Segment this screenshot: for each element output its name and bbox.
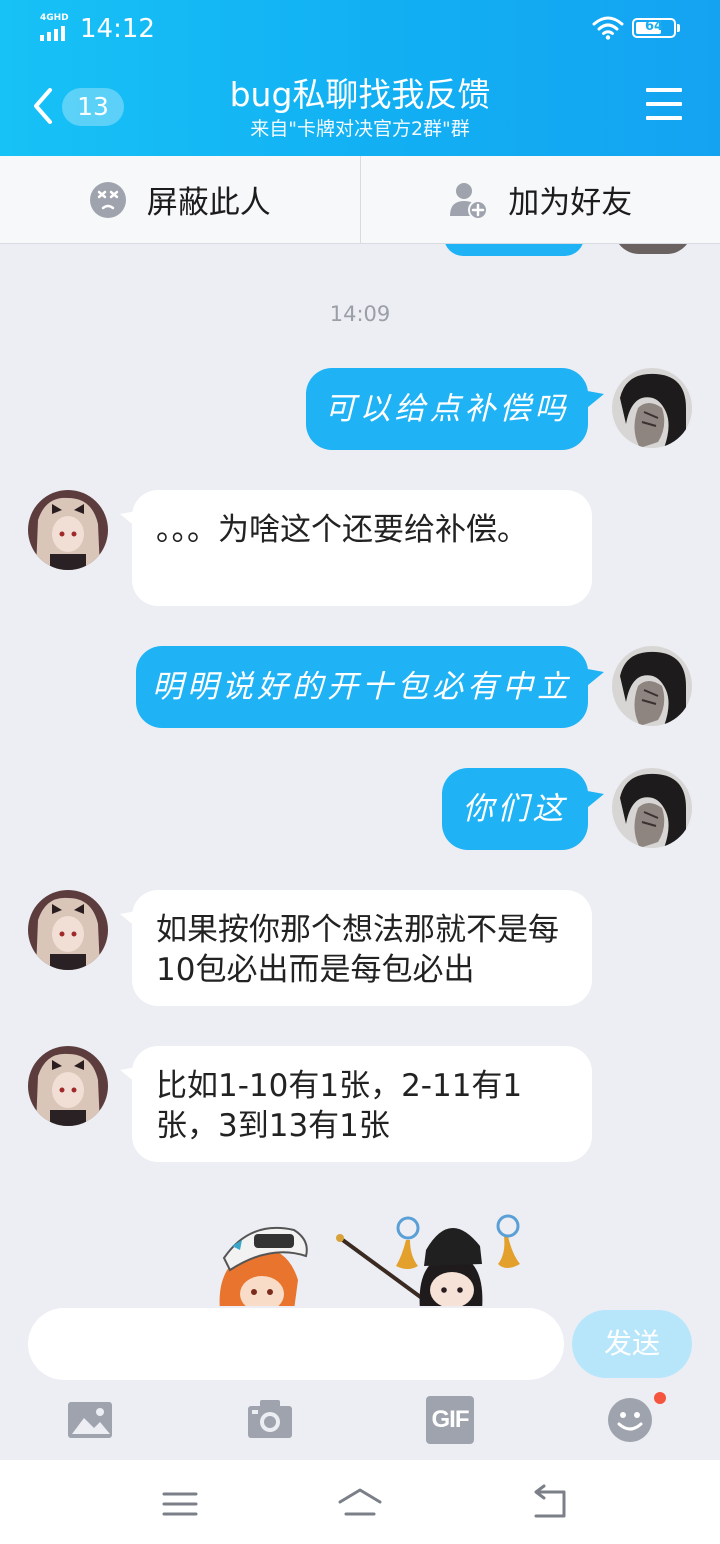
message-bubble-incoming[interactable]: 。。。为啥这个还要给补偿。 [132,490,592,606]
avatar-image [612,368,692,448]
bubble-tail [582,668,604,690]
add-friend-label: 加为好友 [508,185,633,221]
avatar-image [612,646,692,726]
chevron-left-icon [34,88,52,124]
avatar-image [612,768,692,848]
message-text: 。。。为啥这个还要给补偿。 [156,512,528,548]
block-user-button[interactable]: 屏蔽此人 [0,156,360,243]
back-icon[interactable] [526,1484,574,1524]
back-button[interactable]: 13 [28,84,128,130]
message-input[interactable] [28,1308,564,1380]
unread-count-badge: 13 [62,88,124,126]
message-text: 明明说好的开十包必有中立 [152,669,572,705]
avatar-image [28,1046,108,1126]
composer-toolbar: GIF [0,1388,720,1460]
block-face-icon [89,181,126,218]
avatar-me[interactable] [612,368,692,448]
status-time: 14:12 [80,14,155,44]
message-timestamp: 14:09 [329,302,391,326]
camera-icon[interactable] [246,1396,294,1444]
message-list[interactable]: 14:09 可以给点补偿吗 。。。为啥这个还要给补偿。 明明说好的开十包必有中立 [0,244,720,1306]
avatar-image [28,890,108,970]
message-text: 如果按你那个想法那就不是每10包必出而是每包必出 [156,912,559,988]
bubble-tail [582,390,604,412]
composer: 发送 [0,1306,720,1386]
battery-level: 64 [644,19,664,34]
block-user-label: 屏蔽此人 [146,185,271,221]
message-text: 比如1-10有1张，2-11有1张，3到13有1张 [156,1068,523,1144]
action-bar: 屏蔽此人 加为好友 [0,156,720,244]
cellular-signal-icon: 4GHD [40,13,72,41]
avatar-other[interactable] [28,1046,108,1126]
avatar-me[interactable] [612,768,692,848]
home-icon[interactable] [336,1484,384,1524]
emoji-icon[interactable] [606,1396,654,1444]
message-text: 可以给点补偿吗 [324,391,570,427]
avatar-image [28,490,108,570]
message-bubble-incoming[interactable]: 如果按你那个想法那就不是每10包必出而是每包必出 [132,890,592,1006]
chat-title: bug私聊找我反馈 [229,75,491,114]
battery-icon: 64 [632,18,680,38]
menu-button[interactable] [646,88,682,120]
message-bubble-incoming[interactable]: 比如1-10有1张，2-11有1张，3到13有1张 [132,1046,592,1162]
gif-label: GIF [431,1406,470,1433]
network-type: 4GHD [40,13,69,23]
menu-icon[interactable] [156,1484,204,1524]
send-button[interactable]: 发送 [572,1310,692,1378]
sticker-characters [219,1214,520,1306]
notification-dot [654,1392,666,1404]
wifi-icon [592,16,624,40]
message-bubble-outgoing[interactable]: 明明说好的开十包必有中立 [136,646,588,728]
add-user-icon [450,182,489,220]
system-navigation-bar [0,1460,720,1544]
avatar-me[interactable] [612,646,692,726]
status-bar: 4GHD 14:12 64 [0,0,720,58]
avatar-partial [614,244,692,254]
message-bubble-partial [444,244,584,256]
image-icon[interactable] [66,1396,114,1444]
chat-subtitle: 来自"卡牌对决官方2群"群 [250,118,470,140]
message-text: 你们这 [462,791,568,827]
avatar-other[interactable] [28,890,108,970]
message-bubble-outgoing[interactable]: 你们这 [442,768,588,850]
chat-header: 4GHD 14:12 64 13 bug私聊找我反馈 来自"卡牌对决官方2群"群 [0,0,720,156]
add-friend-button[interactable]: 加为好友 [359,156,720,243]
message-bubble-outgoing[interactable]: 可以给点补偿吗 [306,368,588,450]
avatar-other[interactable] [28,490,108,570]
bubble-tail [582,790,604,812]
gif-icon[interactable]: GIF [426,1396,474,1444]
